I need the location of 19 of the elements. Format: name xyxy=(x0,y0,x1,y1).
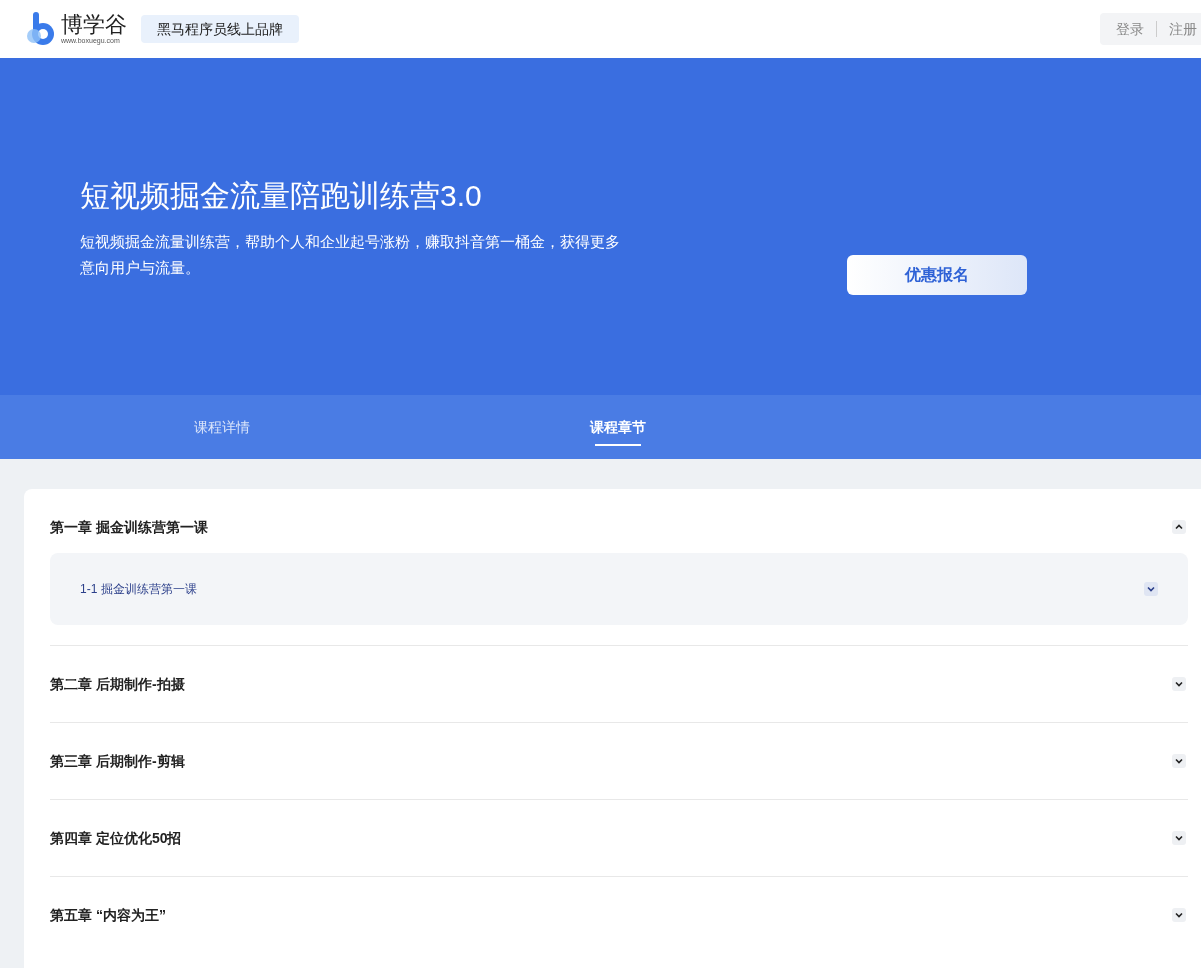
chevron-down-icon[interactable] xyxy=(1172,908,1186,922)
lesson-row[interactable]: 1-1 掘金训练营第一课 xyxy=(50,553,1188,625)
brand-tag: 黑马程序员线上品牌 xyxy=(141,15,299,43)
tab[interactable]: 课程章节 xyxy=(444,395,792,459)
chapter-title[interactable]: 第三章 后期制作-剪辑 xyxy=(50,750,185,772)
chapter-title[interactable]: 第二章 后期制作-拍摄 xyxy=(50,673,185,695)
chevron-up-icon[interactable] xyxy=(1172,520,1186,534)
course-title: 短视频掘金流量陪跑训练营3.0 xyxy=(80,178,483,214)
chevron-down-icon[interactable] xyxy=(1144,582,1158,596)
chapter-title[interactable]: 第一章 掘金训练营第一课 xyxy=(50,516,208,538)
chevron-down-icon[interactable] xyxy=(1172,754,1186,768)
chevron-down-icon[interactable] xyxy=(1172,677,1186,691)
lesson-title: 1-1 掘金训练营第一课 xyxy=(80,581,197,598)
enroll-button[interactable]: 优惠报名 xyxy=(847,255,1027,295)
course-description: 短视频掘金流量训练营，帮助个人和企业起号涨粉，赚取抖音第一桶金，获得更多意向用户与流量。 xyxy=(80,232,621,278)
chapter-title[interactable]: 第四章 定位优化50招 xyxy=(50,827,182,849)
logo-text: 博学谷 xyxy=(61,13,127,37)
chevron-down-icon[interactable] xyxy=(1172,831,1186,845)
chapter-title[interactable]: 第五章 “内容为王” xyxy=(50,904,166,926)
